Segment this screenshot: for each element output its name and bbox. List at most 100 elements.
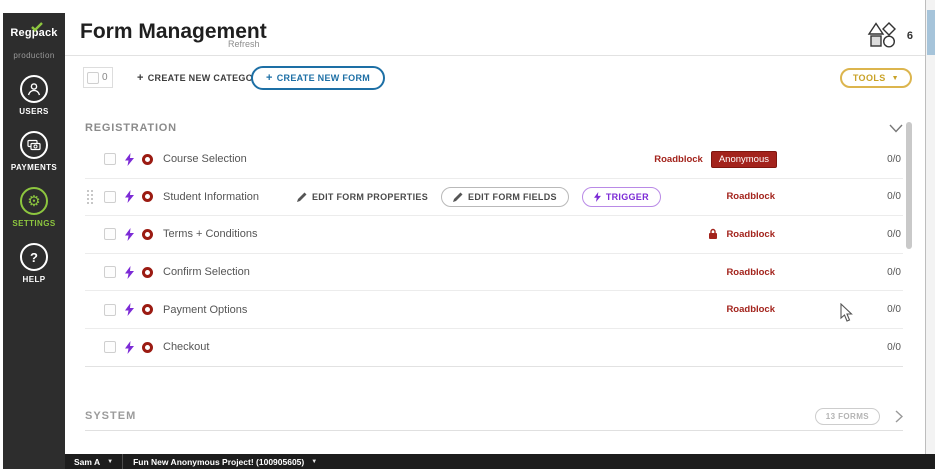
create-form-label: CREATE NEW FORM (276, 73, 371, 83)
chevron-right-icon[interactable] (895, 409, 903, 423)
row-checkbox[interactable] (104, 190, 116, 203)
tools-label: TOOLS (852, 73, 886, 83)
forms-overview-count: 6 (906, 30, 913, 42)
trigger-bolt-icon (125, 265, 134, 279)
forms-overview-icon[interactable] (867, 22, 897, 53)
project-menu[interactable]: Fun New Anonymous Project! (100905605) ▼ (123, 457, 327, 467)
form-count: 0/0 (887, 341, 901, 353)
row-checkbox[interactable] (104, 228, 116, 241)
chevron-down-icon[interactable] (889, 124, 903, 133)
settings-gear-icon: ⚙ (20, 187, 48, 215)
form-row-terms-conditions[interactable]: Terms + Conditions Roadblock 0/0 (85, 216, 903, 254)
right-edge-strip (925, 0, 935, 454)
user-menu[interactable]: Sam A ▼ (65, 457, 122, 467)
caret-down-icon: ▼ (107, 458, 114, 465)
form-name[interactable]: Terms + Conditions (163, 228, 257, 240)
sidebar-item-payments[interactable]: PAYMENTS (11, 131, 57, 172)
environment-label: production (13, 51, 55, 60)
trigger-bolt-icon (593, 191, 601, 202)
sidebar-item-label: SETTINGS (12, 219, 56, 228)
form-status-icon (142, 266, 153, 278)
payments-icon (19, 131, 48, 159)
trigger-button[interactable]: TRIGGER (581, 186, 661, 207)
row-checkbox[interactable] (104, 303, 116, 316)
row-checkbox[interactable] (104, 153, 116, 166)
form-name[interactable]: Student Information (163, 191, 259, 203)
select-all-counter[interactable]: 0 (83, 67, 113, 88)
form-row-payment-options[interactable]: Payment Options Roadblock 0/0 (85, 291, 903, 329)
pencil-icon (453, 192, 463, 202)
right-strip-highlight (927, 10, 935, 55)
registration-title: REGISTRATION (85, 122, 177, 134)
form-count: 0/0 (887, 153, 901, 165)
form-name[interactable]: Course Selection (163, 153, 247, 165)
edit-form-properties-button[interactable]: EDIT FORM PROPERTIES (297, 192, 428, 202)
roadblock-label: Roadblock (654, 153, 703, 165)
app-window: Regpack production USERS PAYMENTS ⚙ SETT… (0, 0, 935, 469)
user-name: Sam A (74, 456, 101, 467)
refresh-link[interactable]: Refresh (228, 39, 260, 49)
form-row-checkout[interactable]: Checkout 0/0 (85, 329, 903, 367)
form-status-icon (142, 191, 153, 203)
logo-check-icon (31, 22, 44, 32)
trigger-bolt-icon (125, 227, 134, 241)
regpack-logo: Regpack (10, 22, 57, 39)
form-name[interactable]: Confirm Selection (163, 266, 250, 278)
system-section-header[interactable]: SYSTEM 13 FORMS (85, 402, 903, 431)
drag-handle-icon[interactable] (87, 189, 93, 204)
lock-icon (709, 229, 718, 240)
sidebar-item-help[interactable]: ? HELP (20, 243, 48, 284)
form-count: 0/0 (887, 228, 901, 240)
roadblock-label: Roadblock (726, 191, 775, 203)
edit-form-fields-button[interactable]: EDIT FORM FIELDS (441, 186, 569, 207)
create-category-label: CREATE NEW CATEGORY (147, 73, 266, 83)
roadblock-label: Roadblock (726, 266, 775, 278)
row-checkbox[interactable] (104, 266, 116, 279)
users-icon (20, 75, 48, 103)
select-all-checkbox[interactable] (87, 71, 99, 84)
trigger-bolt-icon (125, 340, 134, 354)
header-divider (65, 55, 925, 56)
registration-section-header[interactable]: REGISTRATION (85, 115, 903, 141)
form-row-confirm-selection[interactable]: Confirm Selection Roadblock 0/0 (85, 254, 903, 292)
trigger-bolt-icon (125, 152, 134, 166)
form-name[interactable]: Payment Options (163, 304, 247, 316)
trigger-label: TRIGGER (605, 191, 649, 202)
form-name[interactable]: Checkout (163, 341, 209, 353)
trigger-bolt-icon (125, 303, 134, 317)
project-name: Fun New Anonymous Project! (100905605) (133, 456, 305, 467)
row-checkbox[interactable] (104, 341, 116, 354)
sidebar-item-label: USERS (19, 107, 49, 116)
sidebar-item-label: PAYMENTS (10, 163, 58, 172)
footer-bar: Sam A ▼ Fun New Anonymous Project! (1009… (65, 454, 935, 469)
caret-down-icon: ▼ (891, 74, 899, 82)
edit-form-properties-label: EDIT FORM PROPERTIES (312, 191, 429, 202)
form-row-student-information[interactable]: Student Information EDIT FORM PROPERTIES… (85, 179, 903, 217)
form-count: 0/0 (887, 191, 901, 203)
plus-icon: + (266, 72, 273, 84)
caret-down-icon: ▼ (311, 458, 318, 465)
anonymous-badge: Anonymous (710, 150, 777, 168)
sidebar-item-settings[interactable]: ⚙ SETTINGS (12, 187, 55, 228)
edit-form-fields-label: EDIT FORM FIELDS (468, 191, 557, 202)
selected-count: 0 (102, 72, 108, 83)
sidebar-item-label: HELP (22, 275, 46, 284)
plus-icon: + (137, 72, 144, 84)
form-row-course-selection[interactable]: Course Selection Roadblock Anonymous 0/0 (85, 141, 903, 179)
create-new-category-button[interactable]: + CREATE NEW CATEGORY (137, 72, 266, 84)
form-count: 0/0 (887, 304, 901, 316)
roadblock-label: Roadblock (726, 304, 775, 316)
sidebar-item-users[interactable]: USERS (19, 75, 49, 116)
help-icon: ? (20, 243, 48, 271)
system-forms-count-badge[interactable]: 13 FORMS (814, 407, 880, 425)
pencil-icon (297, 192, 307, 202)
main-content: Form Management Refresh 6 0 + CREATE NEW… (65, 13, 925, 454)
form-status-icon (142, 341, 153, 353)
form-status-icon (142, 228, 153, 240)
scrollbar-thumb[interactable] (906, 122, 912, 249)
system-title: SYSTEM (85, 410, 137, 422)
tools-button[interactable]: TOOLS ▼ (839, 68, 912, 88)
form-list: Course Selection Roadblock Anonymous 0/0… (85, 141, 903, 367)
create-new-form-button[interactable]: + CREATE NEW FORM (251, 66, 386, 90)
sidebar: Regpack production USERS PAYMENTS ⚙ SETT… (3, 13, 65, 469)
